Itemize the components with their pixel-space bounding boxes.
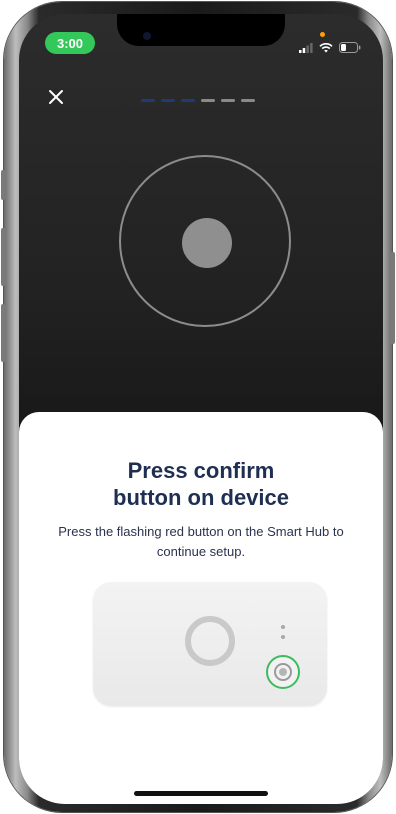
phone-volume-down — [1, 304, 6, 362]
progress-segment — [241, 99, 255, 102]
hub-confirm-button-icon — [274, 663, 292, 681]
phone-silent-switch — [1, 170, 6, 200]
phone-volume-up — [1, 228, 6, 286]
hub-light-ring — [185, 616, 235, 666]
phone-frame: 3:00 Press confirm button on device Pres… — [1, 2, 395, 812]
wifi-icon — [319, 38, 333, 57]
progress-segment — [181, 99, 195, 102]
battery-icon — [339, 38, 361, 57]
notch — [117, 14, 285, 46]
setup-progress-indicator — [141, 99, 255, 102]
close-button[interactable] — [45, 88, 67, 110]
sheet-title-line-1: Press confirm — [127, 458, 275, 483]
pulse-ring-animation — [119, 155, 291, 327]
phone-power-button — [390, 252, 395, 344]
progress-segment — [201, 99, 215, 102]
hub-confirm-button-highlight — [266, 655, 300, 689]
progress-segment — [221, 99, 235, 102]
cellular-signal-icon — [299, 38, 313, 57]
sheet-subtitle: Press the flashing red button on the Sma… — [58, 524, 344, 559]
home-indicator[interactable] — [134, 791, 268, 796]
sheet-title: Press confirm button on device — [19, 457, 383, 511]
hub-led-bottom — [281, 635, 285, 639]
smart-hub-illustration — [93, 582, 327, 706]
close-icon — [48, 89, 64, 109]
hub-led-top — [281, 625, 285, 629]
status-icons — [299, 38, 361, 57]
progress-segment — [161, 99, 175, 102]
screen: 3:00 Press confirm button on device Pres… — [19, 14, 383, 804]
sheet-title-line-2: button on device — [113, 485, 289, 510]
front-camera — [143, 32, 151, 40]
progress-segment — [141, 99, 155, 102]
privacy-indicator-dot — [320, 32, 325, 37]
instruction-sheet: Press confirm button on device Press the… — [19, 412, 383, 804]
status-time: 3:00 — [45, 32, 95, 54]
pulse-dot — [182, 218, 232, 268]
